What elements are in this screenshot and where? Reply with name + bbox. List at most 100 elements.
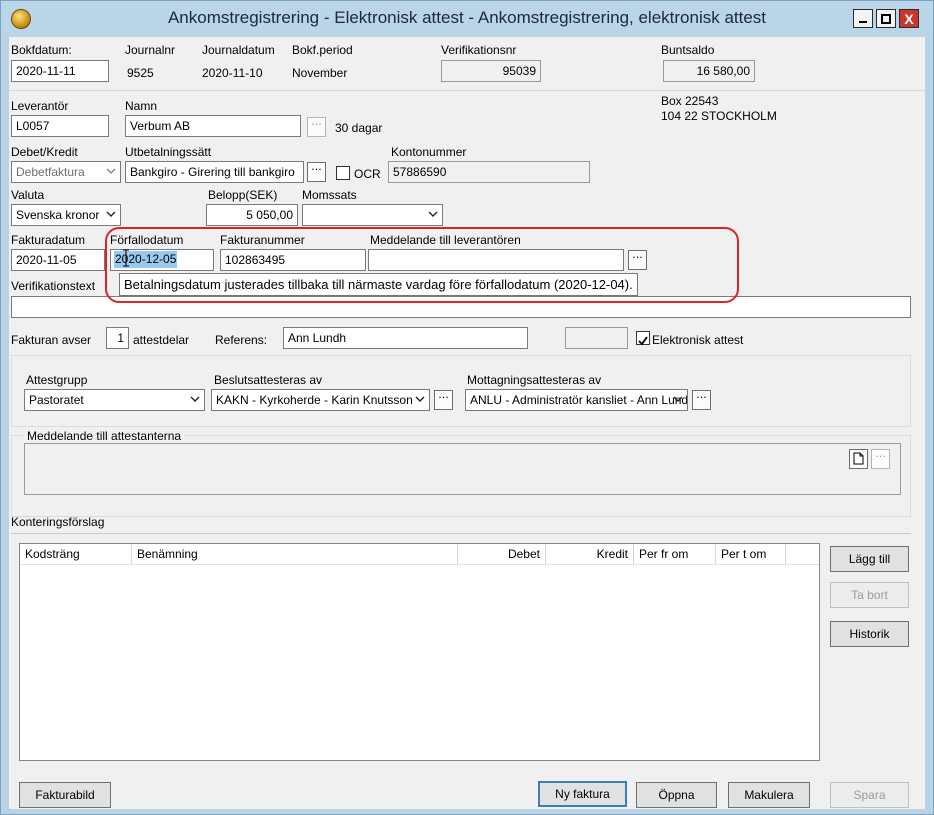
table-header: Kodsträng Benämning Debet Kredit Per fr … <box>20 544 819 565</box>
application-window: Ankomstregistrering - Elektronisk attest… <box>0 0 934 815</box>
namn-field[interactable]: Verbum AB <box>125 115 301 137</box>
journaldatum-label: Journaldatum <box>202 43 275 57</box>
document-icon <box>853 452 864 465</box>
meddelande-attest-field[interactable] <box>24 443 901 495</box>
fakturan-avser-label: Fakturan avser <box>11 333 92 347</box>
utbetalningssatt-label: Utbetalningssätt <box>125 145 212 159</box>
historik-button[interactable]: Historik <box>830 621 909 647</box>
fakturadatum-field[interactable]: 2020-11-05 <box>11 249 105 271</box>
referens-label: Referens: <box>215 333 268 347</box>
buntsaldo-label: Buntsaldo <box>661 43 715 57</box>
valuta-label: Valuta <box>11 188 45 202</box>
leverantor-field[interactable]: L0057 <box>11 115 109 137</box>
attestgrupp-select[interactable]: Pastoratet <box>24 389 205 411</box>
verifikationsnr-field: 95039 <box>441 60 541 82</box>
address-line-1: Box 22543 <box>661 94 719 108</box>
chevron-down-icon <box>106 211 116 217</box>
beslut-label: Beslutsattesteras av <box>214 373 323 387</box>
column-header-kredit[interactable]: Kredit <box>546 544 634 564</box>
attest-message-lookup-button[interactable]: ··· <box>871 449 890 469</box>
utbetalningssatt-lookup-button[interactable]: ··· <box>307 162 326 182</box>
attestgrupp-value: Pastoratet <box>29 393 84 407</box>
beslut-value: KAKN - Kyrkoherde - Karin Knutsson <box>216 393 413 407</box>
attestdelar-field[interactable]: 1 <box>106 327 129 349</box>
chevron-down-icon <box>190 396 200 402</box>
minimize-button[interactable] <box>853 9 873 28</box>
form-area: Bokfdatum: 2020-11-11 Journalnr 9525 Jou… <box>9 37 925 809</box>
blank-readonly-field <box>565 327 628 349</box>
lagg-till-button[interactable]: Lägg till <box>830 546 909 572</box>
valuta-select[interactable]: Svenska kronor <box>11 204 121 226</box>
mottag-select[interactable]: ANLU - Administratör kansliet - Ann Lund… <box>465 389 688 411</box>
chevron-down-icon <box>673 396 683 402</box>
beslut-lookup-button[interactable]: ··· <box>434 390 453 410</box>
fakturadatum-label: Fakturadatum <box>11 233 86 247</box>
leverantor-label: Leverantör <box>11 99 69 113</box>
new-document-button[interactable] <box>849 449 868 469</box>
elektronisk-attest-checkbox[interactable] <box>636 331 650 346</box>
column-header-per-t-om[interactable]: Per t om <box>716 544 786 564</box>
chevron-down-icon <box>106 168 116 174</box>
minimize-icon <box>859 20 867 23</box>
namn-lookup-button[interactable]: ··· <box>307 117 326 137</box>
ocr-label: OCR <box>354 167 381 181</box>
namn-label: Namn <box>125 99 158 113</box>
column-header-benamning[interactable]: Benämning <box>132 544 458 564</box>
bokfperiod-value: November <box>292 66 348 80</box>
separator <box>11 533 911 534</box>
journalnr-value: 9525 <box>127 66 154 80</box>
attestdelar-label: attestdelar <box>133 333 190 347</box>
kontonummer-label: Kontonummer <box>391 145 467 159</box>
journalnr-label: Journalnr <box>125 43 176 57</box>
highlight-annotation <box>105 227 739 303</box>
beslut-select[interactable]: KAKN - Kyrkoherde - Karin Knutsson <box>211 389 430 411</box>
buntsaldo-field: 16 580,00 <box>663 60 755 82</box>
attestgrupp-label: Attestgrupp <box>26 373 88 387</box>
column-header-kodstrang[interactable]: Kodsträng <box>20 544 132 564</box>
close-button[interactable]: X <box>899 9 919 28</box>
referens-field[interactable]: Ann Lundh <box>283 327 528 349</box>
utbetalningssatt-field[interactable]: Bankgiro - Girering till bankgiro <box>125 161 304 183</box>
title-bar[interactable]: Ankomstregistrering - Elektronisk attest… <box>1 1 933 37</box>
column-header-debet[interactable]: Debet <box>458 544 546 564</box>
chevron-down-icon <box>428 211 438 217</box>
debet-kredit-select[interactable]: Debetfaktura <box>11 161 121 183</box>
kontering-table[interactable]: Kodsträng Benämning Debet Kredit Per fr … <box>19 543 820 761</box>
verifikationstext-label: Verifikationstext <box>11 279 96 293</box>
address-line-2: 104 22 STOCKHOLM <box>661 109 777 123</box>
column-header-per-fr-om[interactable]: Per fr om <box>634 544 716 564</box>
elektronisk-attest-label: Elektronisk attest <box>652 333 744 347</box>
chevron-down-icon <box>415 396 425 402</box>
momssats-label: Momssats <box>302 188 357 202</box>
mottag-value: ANLU - Administratör kansliet - Ann Lund… <box>470 393 688 407</box>
mottag-label: Mottagningsattesteras av <box>467 373 602 387</box>
fakturabild-button[interactable]: Fakturabild <box>19 782 111 808</box>
mottag-lookup-button[interactable]: ··· <box>692 390 711 410</box>
ocr-checkbox[interactable] <box>336 166 350 180</box>
kontering-label: Konteringsförslag <box>11 515 105 529</box>
bokfperiod-label: Bokf.period <box>292 43 353 57</box>
makulera-button[interactable]: Makulera <box>728 782 810 808</box>
belopp-field[interactable]: 5 050,00 <box>206 204 298 226</box>
bokfdatum-field[interactable]: 2020-11-11 <box>11 60 109 82</box>
maximize-icon <box>881 13 891 24</box>
verifikationsnr-label: Verifikationsnr <box>441 43 517 57</box>
valuta-value: Svenska kronor <box>16 208 100 222</box>
bokfdatum-label: Bokfdatum: <box>11 43 72 57</box>
separator <box>9 90 925 91</box>
debet-kredit-label: Debet/Kredit <box>11 145 78 159</box>
debet-kredit-value: Debetfaktura <box>16 165 85 179</box>
kontonummer-field: 57886590 <box>388 161 590 183</box>
window-title: Ankomstregistrering - Elektronisk attest… <box>167 8 767 27</box>
journaldatum-value: 2020-11-10 <box>202 66 263 80</box>
close-icon: X <box>904 10 914 27</box>
checkmark-icon <box>638 336 648 346</box>
maximize-button[interactable] <box>876 9 896 28</box>
ny-faktura-button[interactable]: Ny faktura <box>538 781 627 807</box>
spara-button[interactable]: Spara <box>830 782 909 808</box>
belopp-label: Belopp(SEK) <box>208 188 278 202</box>
meddelande-attest-label: Meddelande till attestanterna <box>24 429 185 443</box>
oppna-button[interactable]: Öppna <box>636 782 717 808</box>
momssats-select[interactable] <box>302 204 443 226</box>
ta-bort-button[interactable]: Ta bort <box>830 582 909 608</box>
